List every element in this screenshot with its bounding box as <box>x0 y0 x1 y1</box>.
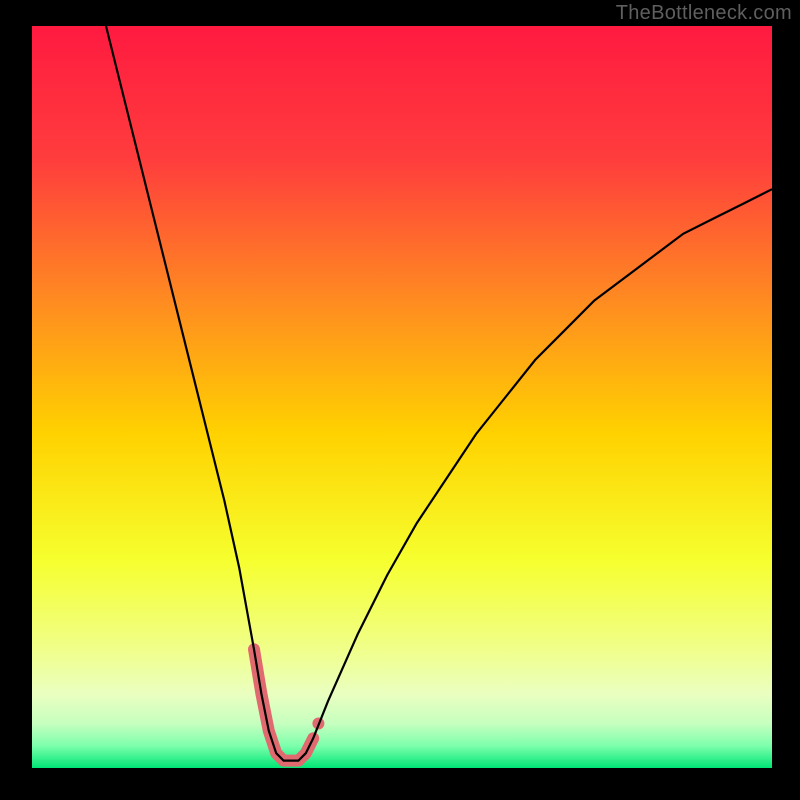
chart-svg <box>0 0 800 800</box>
plot-area <box>32 26 772 768</box>
watermark-text: TheBottleneck.com <box>616 2 792 25</box>
chart-frame: TheBottleneck.com <box>0 0 800 800</box>
